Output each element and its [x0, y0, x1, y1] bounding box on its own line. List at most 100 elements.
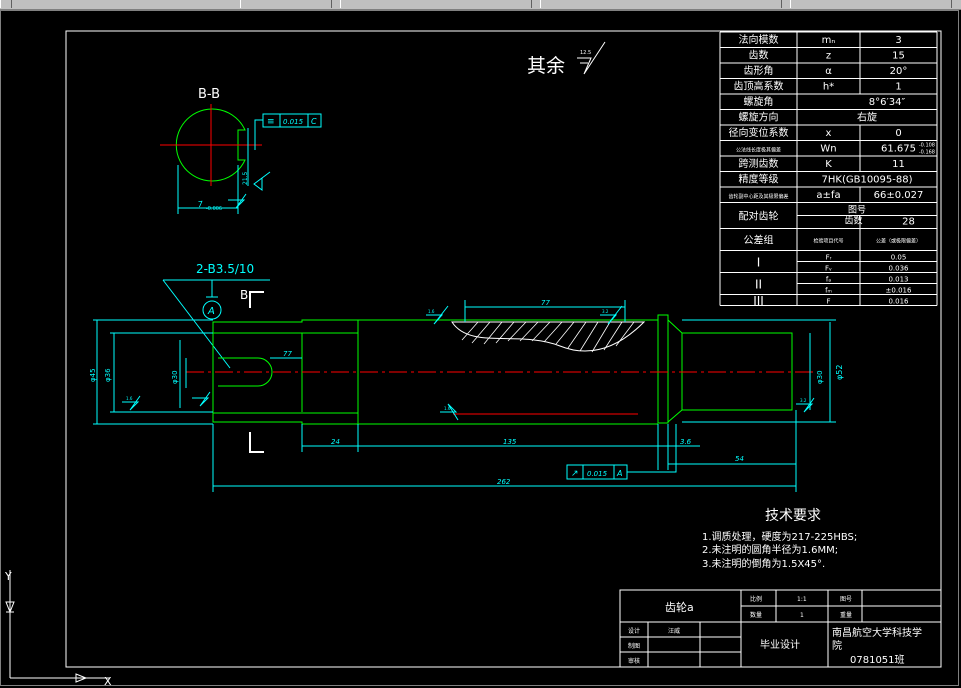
section-width-tol: -0.006: [206, 206, 222, 212]
group-item-value: 0.016: [888, 298, 909, 306]
class-name: 0781051班: [850, 654, 905, 666]
gear-table-name: 齿形角: [744, 65, 774, 77]
gear-table-symbol: α: [825, 66, 832, 77]
group-item-code: Fᵣ: [826, 254, 832, 262]
shaft-main-view: [186, 314, 815, 425]
gear-table-name: 跨测齿数: [739, 157, 779, 170]
dim-24: 24: [331, 438, 340, 446]
roughness-note: 其余 12.5: [527, 41, 606, 77]
gear-table-symbol: mₙ: [822, 35, 836, 46]
dim-left-dia: φ45: [89, 368, 97, 382]
center-hole-label: 2-B3.5/10: [196, 262, 254, 276]
tech-item-1: 1.调质处理，硬度为217-225HBS;: [702, 530, 857, 543]
right-journal: [667, 319, 793, 423]
roughness-icon: [192, 391, 211, 407]
reviewer-label: 审核: [628, 657, 640, 665]
gear-table-symbol: h*: [823, 82, 834, 93]
roughness-r5: 3.2: [800, 398, 807, 403]
section-tol-value: 0.015: [283, 118, 304, 126]
ucs-icon: Y X: [4, 570, 112, 688]
gear-table-value: 61.675: [881, 144, 916, 155]
roughness-icon: [228, 193, 247, 209]
runout-datum: A: [616, 469, 622, 478]
dim-30: φ30: [171, 370, 179, 384]
gear-table-value: 0: [895, 128, 901, 139]
section-cut-marks: B: [240, 288, 264, 453]
shaft-left-step: [212, 332, 359, 414]
project-label: 毕业设计: [760, 638, 800, 651]
dim-135: 135: [503, 438, 517, 446]
runout-value: 0.015: [587, 470, 608, 478]
gear-table-symbol: a±fa: [816, 190, 840, 201]
roughness-r4: 1.6: [126, 396, 133, 401]
group-item-value: 0.05: [891, 254, 907, 262]
tech-requirements: 技术要求 1.调质处理，硬度为217-225HBS; 2.未注明的圆角半径为1.…: [702, 508, 857, 570]
school-name: 南昌航空大学科技学院: [832, 626, 922, 652]
gear-table-name: 螺旋方向: [739, 111, 779, 124]
section-width-dim: 7: [197, 199, 204, 209]
tolerance-group-label: 公差组: [744, 234, 774, 247]
group-item-value: ±0.016: [886, 287, 912, 295]
gear-table-name: 公法线长度极其偏差: [736, 147, 781, 154]
dim-52: φ52: [835, 365, 844, 380]
gear-table-name: 法向模数: [739, 33, 779, 46]
main-dim-labels: φ45 φ36 φ30 77 77 φ52 φ30 24 135 3.6 54 …: [89, 299, 844, 486]
cad-canvas[interactable]: 其余 12.5 B-B ≡ 0.015 C 7 -0.006 21.5 2-B3…: [0, 0, 961, 688]
gear-table-value: 15: [892, 51, 905, 62]
gear-table-symbol: Wn: [820, 144, 836, 155]
scale-label: 比例: [750, 595, 762, 603]
gear-table-value: 8°6′34″: [869, 97, 906, 108]
gear-table-value: 1: [895, 82, 901, 93]
qty-label: 数量: [750, 611, 762, 619]
section-mark-label: B: [240, 288, 248, 302]
gear-table-value: 20°: [890, 66, 908, 77]
weight-label: 重量: [840, 611, 852, 619]
datum-a-label: A: [207, 306, 215, 317]
gear-table-value: 右旋: [857, 111, 877, 124]
dim-262: 262: [497, 478, 511, 486]
dim-30-right: φ30: [816, 370, 824, 384]
dim-3-6: 3.6: [680, 438, 692, 446]
group-name: I: [757, 256, 761, 270]
roughness-icon: [253, 171, 271, 191]
section-view-bb: B-B ≡ 0.015 C 7 -0.006 21.5: [160, 87, 322, 214]
dim-54: 54: [735, 455, 744, 463]
roughness-r1: 1.6: [428, 309, 435, 314]
group-name: II: [755, 278, 762, 292]
group-item-code: F: [826, 298, 830, 306]
section-title: B-B: [198, 87, 220, 102]
mating-label: 配对齿轮: [739, 210, 779, 223]
center-hole-note: 2-B3.5/10 A: [162, 262, 270, 369]
ucs-y-label: Y: [4, 570, 12, 583]
gear-collar: [657, 314, 669, 424]
dim-36: φ36: [104, 368, 112, 382]
wn-tol-lower: -0.168: [919, 150, 935, 156]
tol-value-label: 公差（或极限偏差）: [876, 238, 921, 245]
section-depth-dim: 21.5: [242, 171, 249, 185]
main-dimensions: [93, 300, 836, 492]
tech-item-3: 3.未注明的倒角为1.5X45°.: [702, 557, 825, 570]
gear-table-name: 齿轮副中心距及其极限偏差: [728, 193, 788, 200]
mating-teeth: 28: [902, 217, 915, 228]
gear-table-value: 11: [892, 159, 905, 170]
gear-teeth-hatch-region: [451, 321, 646, 352]
tech-title: 技术要求: [765, 508, 821, 524]
group-item-code: fₘ: [825, 287, 832, 295]
designer-name: 汪威: [668, 627, 680, 635]
gear-table-value: 3: [895, 35, 901, 46]
gear-table-name: 螺旋角: [744, 95, 774, 108]
roughness-symbol-icon: [577, 41, 606, 75]
gear-table-symbol: x: [826, 128, 832, 139]
designer-label: 设计: [628, 627, 640, 635]
group-item-value: 0.013: [888, 276, 908, 284]
scale-value: 1:1: [797, 596, 807, 603]
gear-table-name: 精度等级: [739, 173, 779, 186]
gear-parameter-table: 法向模数 mₙ 3 齿数 z 15 齿形角 α 20° 齿顶高系数 h* 1 螺旋角 8°6′34″ 螺旋方…: [719, 31, 938, 308]
part-name: 齿轮a: [665, 600, 694, 614]
drawing-svg: 其余 12.5 B-B ≡ 0.015 C 7 -0.006 21.5 2-B3…: [4, 30, 942, 688]
ucs-x-label: X: [104, 675, 112, 688]
roughness-note-value: 12.5: [580, 50, 591, 56]
dim-keyway-len: 77: [283, 350, 292, 358]
group-item-value: 0.036: [888, 265, 909, 273]
wn-tol-upper: -0.108: [919, 143, 935, 149]
